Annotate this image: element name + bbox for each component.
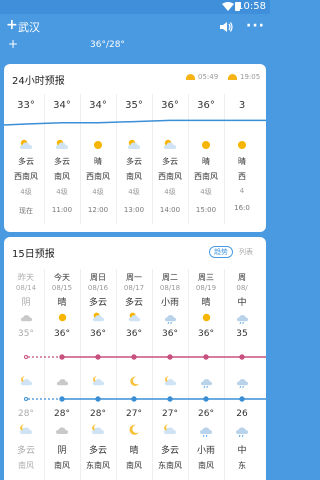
daily-high-line-point xyxy=(95,354,101,360)
daily-low-line-point xyxy=(167,396,173,402)
daily-temp-lines xyxy=(24,354,266,402)
daily-high-line-point xyxy=(239,354,245,360)
daily-low-line-point xyxy=(24,397,28,401)
hourly-temp-line xyxy=(4,119,266,126)
daily-low-line-point xyxy=(131,396,137,402)
hourly-forecast-card: 24小时预报 05:49 19:05 33° 多云 西南风 4级 现在 34° 多云 南风 4级… xyxy=(4,64,266,232)
current-summary-peek: + 36°/28° xyxy=(0,37,270,56)
add-icon[interactable]: + xyxy=(8,37,18,51)
daily-high-line-point xyxy=(167,354,173,360)
daily-low-line-point xyxy=(95,396,101,402)
city-name[interactable]: 武汉 xyxy=(18,19,40,35)
status-bar: 10:58 xyxy=(0,0,270,14)
status-time: 10:58 xyxy=(237,1,266,12)
daily-high-line-point xyxy=(203,354,209,360)
hourly-temp-series xyxy=(4,119,266,126)
daily-high-line-point xyxy=(59,354,65,360)
add-city-button[interactable]: + xyxy=(6,17,18,33)
daily-low-line-point xyxy=(239,396,245,402)
daily-high-line-point xyxy=(131,354,137,360)
daily-high-line-point xyxy=(24,355,28,359)
daily-low-line-point xyxy=(59,396,65,402)
daily-forecast-card: 15日预报 趋势 列表 昨天 08/14 阴 35° 28° 多云 南风 今天 08/15 晴 36°… xyxy=(4,237,266,480)
today-temp-range: 36°/28° xyxy=(90,40,125,50)
wifi-icon xyxy=(222,2,234,11)
daily-low-line-point xyxy=(203,396,209,402)
speaker-icon[interactable] xyxy=(219,20,233,34)
top-bar: + 武汉 ··· xyxy=(0,14,270,40)
more-menu-button[interactable]: ··· xyxy=(246,18,265,34)
